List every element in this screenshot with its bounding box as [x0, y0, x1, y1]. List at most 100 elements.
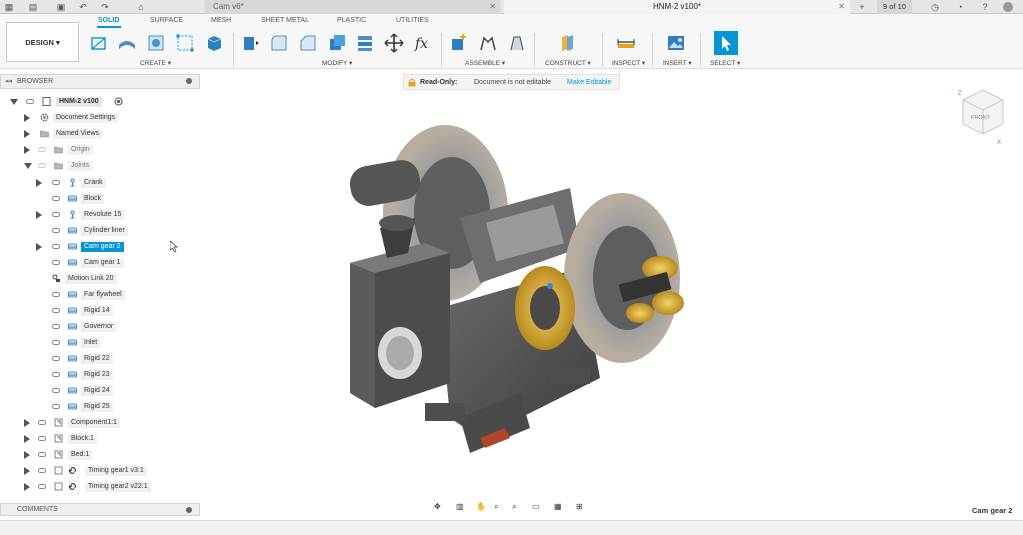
panel-pin-icon[interactable]: [186, 78, 192, 84]
browser-item[interactable]: Crank: [0, 175, 200, 191]
select-icon[interactable]: [714, 31, 738, 55]
visibility-icon[interactable]: [52, 404, 60, 409]
inspect-menu[interactable]: INSPECT ▾: [612, 59, 645, 67]
view-cube[interactable]: FRONT Z X: [955, 86, 1010, 146]
browser-item[interactable]: Far flywheel: [0, 287, 200, 303]
collapse-arrow-icon[interactable]: [24, 163, 32, 169]
tab-surface[interactable]: SURFACE: [150, 17, 183, 24]
help-icon[interactable]: ?: [980, 2, 990, 12]
visibility-icon[interactable]: [38, 452, 46, 457]
offset-plane-icon[interactable]: [557, 33, 577, 53]
browser-item[interactable]: Rigid 22: [0, 351, 200, 367]
save-icon[interactable]: ▣: [56, 2, 66, 12]
new-component-icon[interactable]: [449, 33, 469, 53]
visibility-icon[interactable]: [52, 196, 60, 201]
zoom-window-icon[interactable]: ⌕: [512, 502, 523, 513]
workspace-switcher[interactable]: DESIGN ▾: [6, 22, 79, 62]
collapse-panel-icon[interactable]: ◂◂: [5, 77, 12, 85]
expand-arrow-icon[interactable]: [24, 130, 30, 138]
activate-radio-icon[interactable]: [114, 97, 123, 106]
visibility-icon[interactable]: [38, 163, 46, 168]
tab-mesh[interactable]: MESH: [211, 17, 231, 24]
close-tab-icon[interactable]: ✕: [489, 0, 496, 14]
select-menu[interactable]: SELECT ▾: [710, 59, 740, 67]
expand-arrow-icon[interactable]: [24, 419, 30, 427]
tab-plastic[interactable]: PLASTIC: [337, 17, 366, 24]
avatar[interactable]: [1003, 2, 1013, 12]
look-at-icon[interactable]: ▥: [456, 502, 467, 513]
create-sketch-icon[interactable]: [89, 33, 109, 53]
browser-item[interactable]: Rigid 24: [0, 383, 200, 399]
as-built-joint-icon[interactable]: [507, 33, 527, 53]
measure-icon[interactable]: [616, 33, 636, 53]
browser-item[interactable]: Named Views: [0, 126, 200, 142]
3d-model-viewport[interactable]: [330, 118, 710, 468]
display-settings-icon[interactable]: ▭: [532, 502, 543, 513]
panel-pin-icon[interactable]: [186, 507, 192, 513]
box-icon[interactable]: [204, 33, 224, 53]
assemble-menu[interactable]: ASSEMBLE ▾: [465, 59, 505, 67]
browser-item[interactable]: Cylinder liner: [0, 223, 200, 239]
press-pull-icon[interactable]: [240, 33, 260, 53]
cam-gear[interactable]: [515, 266, 575, 350]
app-grid-icon[interactable]: ▦: [4, 2, 14, 12]
visibility-icon[interactable]: [52, 356, 60, 361]
notifications-icon[interactable]: ◔: [955, 2, 965, 12]
browser-item[interactable]: Rigid 14: [0, 303, 200, 319]
bounding-box-icon[interactable]: [175, 33, 195, 53]
new-tab-icon[interactable]: +: [857, 2, 867, 12]
chamfer-icon[interactable]: [298, 33, 318, 53]
revolve-icon[interactable]: [146, 33, 166, 53]
browser-item[interactable]: Document Settings: [0, 110, 200, 126]
visibility-icon[interactable]: [52, 212, 60, 217]
visibility-icon[interactable]: [52, 180, 60, 185]
browser-item[interactable]: Inlet: [0, 335, 200, 351]
pan-icon[interactable]: ✋: [476, 502, 487, 513]
home-icon[interactable]: ⌂: [136, 2, 146, 12]
comments-panel[interactable]: COMMENTS: [0, 503, 200, 516]
visibility-icon[interactable]: [52, 292, 60, 297]
create-menu[interactable]: CREATE ▾: [140, 59, 171, 67]
expand-arrow-icon[interactable]: [24, 451, 30, 459]
shell-icon[interactable]: [327, 33, 347, 53]
extrude-icon[interactable]: [117, 33, 137, 53]
combine-icon[interactable]: [355, 33, 375, 53]
construct-menu[interactable]: CONSTRUCT ▾: [545, 59, 591, 67]
expand-arrow-icon[interactable]: [24, 114, 30, 122]
grid-snap-icon[interactable]: ▦: [554, 502, 565, 513]
make-editable-link[interactable]: Make Editable: [567, 79, 611, 86]
expand-arrow-icon[interactable]: [36, 211, 42, 219]
browser-item[interactable]: Timing gear2 v22:1: [0, 479, 200, 495]
browser-item[interactable]: Timing gear1 v3:1: [0, 463, 200, 479]
tab-sheet-metal[interactable]: SHEET METAL: [261, 17, 309, 24]
expand-arrow-icon[interactable]: [24, 467, 30, 475]
visibility-icon[interactable]: [38, 420, 46, 425]
document-tab-cam[interactable]: Cam v6* ✕: [205, 0, 501, 14]
fillet-icon[interactable]: [269, 33, 289, 53]
browser-item[interactable]: Rigid 25: [0, 399, 200, 415]
visibility-icon[interactable]: [52, 260, 60, 265]
expand-arrow-icon[interactable]: [36, 179, 42, 187]
timeline-bar[interactable]: [0, 520, 1023, 535]
visibility-icon[interactable]: [52, 340, 60, 345]
job-status[interactable]: 9 of 10: [877, 0, 912, 14]
visibility-icon[interactable]: [26, 99, 34, 104]
joint-icon[interactable]: [478, 33, 498, 53]
modify-menu[interactable]: MODIFY ▾: [322, 59, 352, 67]
viewports-icon[interactable]: ⊞: [576, 502, 587, 513]
browser-item[interactable]: Component1:1: [0, 415, 200, 431]
expand-arrow-icon[interactable]: [24, 435, 30, 443]
visibility-icon[interactable]: [38, 468, 46, 473]
visibility-icon[interactable]: [38, 436, 46, 441]
visibility-icon[interactable]: [52, 244, 60, 249]
browser-item[interactable]: Revolute 15: [0, 207, 200, 223]
browser-item[interactable]: Block: [0, 191, 200, 207]
browser-root-node[interactable]: HNM-2 v100: [0, 94, 200, 110]
browser-item[interactable]: Block:1: [0, 431, 200, 447]
undo-icon[interactable]: ↶: [78, 2, 88, 12]
file-menu-icon[interactable]: ▤: [28, 2, 38, 12]
browser-item[interactable]: Motion Link 20: [0, 271, 200, 287]
orbit-icon[interactable]: ✥: [434, 502, 445, 513]
visibility-icon[interactable]: [52, 228, 60, 233]
close-tab-icon[interactable]: ✕: [838, 0, 845, 14]
